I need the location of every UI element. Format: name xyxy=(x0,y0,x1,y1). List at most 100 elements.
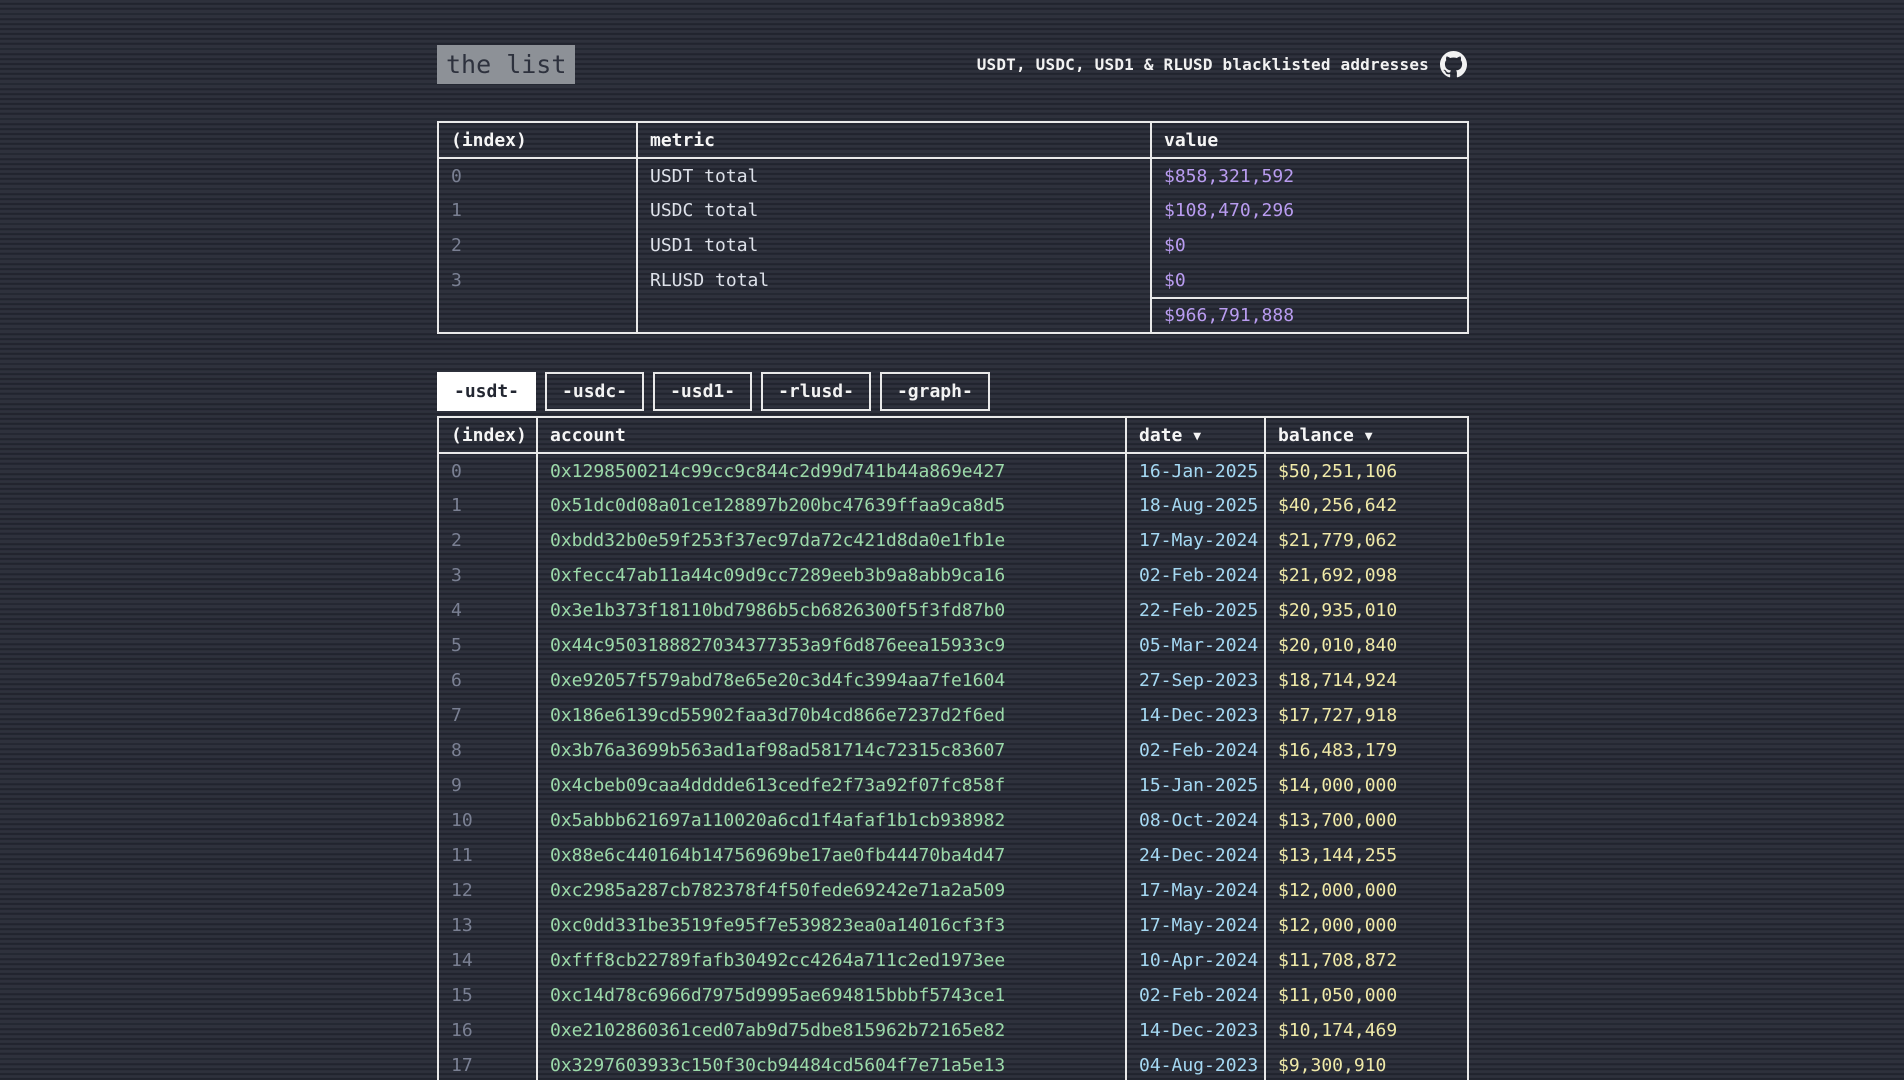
cell-balance: $11,050,000 xyxy=(1265,978,1468,1013)
cell-date: 02-Feb-2024 xyxy=(1126,978,1265,1013)
cell-balance: $17,727,918 xyxy=(1265,698,1468,733)
col-header-balance-label: balance xyxy=(1278,425,1354,446)
summary-cell-index: 1 xyxy=(438,193,637,228)
cell-account: 0x51dc0d08a01ce128897b200bc47639ffaa9ca8… xyxy=(537,488,1126,523)
cell-date: 02-Feb-2024 xyxy=(1126,733,1265,768)
summary-cell-index: 3 xyxy=(438,263,637,298)
col-header-index[interactable]: (index) xyxy=(438,417,537,453)
cell-balance: $9,300,910 xyxy=(1265,1048,1468,1080)
blacklist-row: 170x3297603933c150f30cb94484cd5604f7e71a… xyxy=(438,1048,1468,1080)
summary-table: (index) metric value 0USDT total$858,321… xyxy=(437,121,1469,334)
blacklist-row: 120xc2985a287cb782378f4f50fede69242e71a2… xyxy=(438,873,1468,908)
cell-balance: $10,174,469 xyxy=(1265,1013,1468,1048)
cell-account: 0x5abbb621697a110020a6cd1f4afaf1b1cb9389… xyxy=(537,803,1126,838)
cell-date: 27-Sep-2023 xyxy=(1126,663,1265,698)
cell-index: 14 xyxy=(438,943,537,978)
summary-col-index: (index) xyxy=(438,122,637,158)
blacklist-row: 100x5abbb621697a110020a6cd1f4afaf1b1cb93… xyxy=(438,803,1468,838)
main-content: the list USDT, USDC, USD1 & RLUSD blackl… xyxy=(437,0,1467,1080)
cell-balance: $12,000,000 xyxy=(1265,873,1468,908)
cell-balance: $50,251,106 xyxy=(1265,453,1468,488)
cell-index: 7 xyxy=(438,698,537,733)
summary-cell-value: $858,321,592 xyxy=(1151,158,1468,193)
cell-balance: $21,692,098 xyxy=(1265,558,1468,593)
cell-balance: $16,483,179 xyxy=(1265,733,1468,768)
cell-account: 0xfff8cb22789fafb30492cc4264a711c2ed1973… xyxy=(537,943,1126,978)
cell-account: 0x186e6139cd55902faa3d70b4cd866e7237d2f6… xyxy=(537,698,1126,733)
tab-usdt[interactable]: -usdt- xyxy=(437,372,536,411)
cell-balance: $13,144,255 xyxy=(1265,838,1468,873)
github-icon xyxy=(1440,51,1467,78)
cell-account: 0xc2985a287cb782378f4f50fede69242e71a2a5… xyxy=(537,873,1126,908)
col-header-account[interactable]: account xyxy=(537,417,1126,453)
blacklist-row: 140xfff8cb22789fafb30492cc4264a711c2ed19… xyxy=(438,943,1468,978)
cell-balance: $20,010,840 xyxy=(1265,628,1468,663)
cell-date: 24-Dec-2024 xyxy=(1126,838,1265,873)
cell-balance: $12,000,000 xyxy=(1265,908,1468,943)
tab-graph[interactable]: -graph- xyxy=(880,372,990,411)
summary-cell-metric: USDC total xyxy=(637,193,1151,228)
summary-total-row: $966,791,888 xyxy=(438,298,1468,333)
summary-cell-value: $108,470,296 xyxy=(1151,193,1468,228)
summary-cell-value: $0 xyxy=(1151,263,1468,298)
summary-row: 2USD1 total$0 xyxy=(438,228,1468,263)
blacklist-row: 70x186e6139cd55902faa3d70b4cd866e7237d2f… xyxy=(438,698,1468,733)
cell-date: 17-May-2024 xyxy=(1126,908,1265,943)
cell-date: 18-Aug-2025 xyxy=(1126,488,1265,523)
blacklist-row: 80x3b76a3699b563ad1af98ad581714c72315c83… xyxy=(438,733,1468,768)
blacklist-row: 20xbdd32b0e59f253f37ec97da72c421d8da0e1f… xyxy=(438,523,1468,558)
page: { "header": { "title": "the list", "subt… xyxy=(0,0,1904,1080)
col-header-index-label: (index) xyxy=(451,425,527,446)
tab-rlusd[interactable]: -rlusd- xyxy=(761,372,871,411)
blacklist-row: 50x44c9503188827034377353a9f6d876eea1593… xyxy=(438,628,1468,663)
summary-cell-index: 2 xyxy=(438,228,637,263)
blacklist-row: 40x3e1b373f18110bd7986b5cb6826300f5f3fd8… xyxy=(438,593,1468,628)
summary-total-empty-index xyxy=(438,298,637,333)
summary-col-value: value xyxy=(1151,122,1468,158)
cell-index: 15 xyxy=(438,978,537,1013)
tab-usd1[interactable]: -usd1- xyxy=(653,372,752,411)
cell-index: 2 xyxy=(438,523,537,558)
github-link[interactable] xyxy=(1440,51,1467,78)
cell-index: 6 xyxy=(438,663,537,698)
cell-balance: $14,000,000 xyxy=(1265,768,1468,803)
summary-cell-value: $0 xyxy=(1151,228,1468,263)
summary-header-row: (index) metric value xyxy=(438,122,1468,158)
cell-date: 14-Dec-2023 xyxy=(1126,1013,1265,1048)
page-title: the list xyxy=(437,45,575,84)
topbar: the list USDT, USDC, USD1 & RLUSD blackl… xyxy=(437,44,1467,85)
tab-usdc[interactable]: -usdc- xyxy=(545,372,644,411)
cell-date: 08-Oct-2024 xyxy=(1126,803,1265,838)
col-header-balance[interactable]: balance ▼ xyxy=(1265,417,1468,453)
col-header-date[interactable]: date ▼ xyxy=(1126,417,1265,453)
blacklist-table: (index) account date ▼ balance ▼ 00x1298… xyxy=(437,416,1469,1080)
cell-account: 0xe2102860361ced07ab9d75dbe815962b72165e… xyxy=(537,1013,1126,1048)
cell-date: 15-Jan-2025 xyxy=(1126,768,1265,803)
blacklist-row: 30xfecc47ab11a44c09d9cc7289eeb3b9a8abb9c… xyxy=(438,558,1468,593)
subtitle-text: USDT, USDC, USD1 & RLUSD blacklisted add… xyxy=(977,55,1429,74)
col-header-date-label: date xyxy=(1139,425,1182,446)
cell-index: 10 xyxy=(438,803,537,838)
summary-row: 0USDT total$858,321,592 xyxy=(438,158,1468,193)
cell-balance: $40,256,642 xyxy=(1265,488,1468,523)
summary-cell-metric: USD1 total xyxy=(637,228,1151,263)
cell-date: 05-Mar-2024 xyxy=(1126,628,1265,663)
summary-cell-metric: RLUSD total xyxy=(637,263,1151,298)
blacklist-row: 00x1298500214c99cc9c844c2d99d741b44a869e… xyxy=(438,453,1468,488)
cell-date: 17-May-2024 xyxy=(1126,873,1265,908)
blacklist-row: 110x88e6c440164b14756969be17ae0fb44470ba… xyxy=(438,838,1468,873)
cell-index: 11 xyxy=(438,838,537,873)
cell-index: 4 xyxy=(438,593,537,628)
cell-index: 13 xyxy=(438,908,537,943)
cell-index: 12 xyxy=(438,873,537,908)
blacklist-row: 150xc14d78c6966d7975d9995ae694815bbbf574… xyxy=(438,978,1468,1013)
cell-index: 16 xyxy=(438,1013,537,1048)
cell-date: 04-Aug-2023 xyxy=(1126,1048,1265,1080)
summary-row: 3RLUSD total$0 xyxy=(438,263,1468,298)
cell-account: 0x3e1b373f18110bd7986b5cb6826300f5f3fd87… xyxy=(537,593,1126,628)
cell-index: 17 xyxy=(438,1048,537,1080)
cell-date: 10-Apr-2024 xyxy=(1126,943,1265,978)
blacklist-table-body: 00x1298500214c99cc9c844c2d99d741b44a869e… xyxy=(438,453,1468,1080)
cell-account: 0x4cbeb09caa4dddde613cedfe2f73a92f07fc85… xyxy=(537,768,1126,803)
cell-account: 0xc0dd331be3519fe95f7e539823ea0a14016cf3… xyxy=(537,908,1126,943)
